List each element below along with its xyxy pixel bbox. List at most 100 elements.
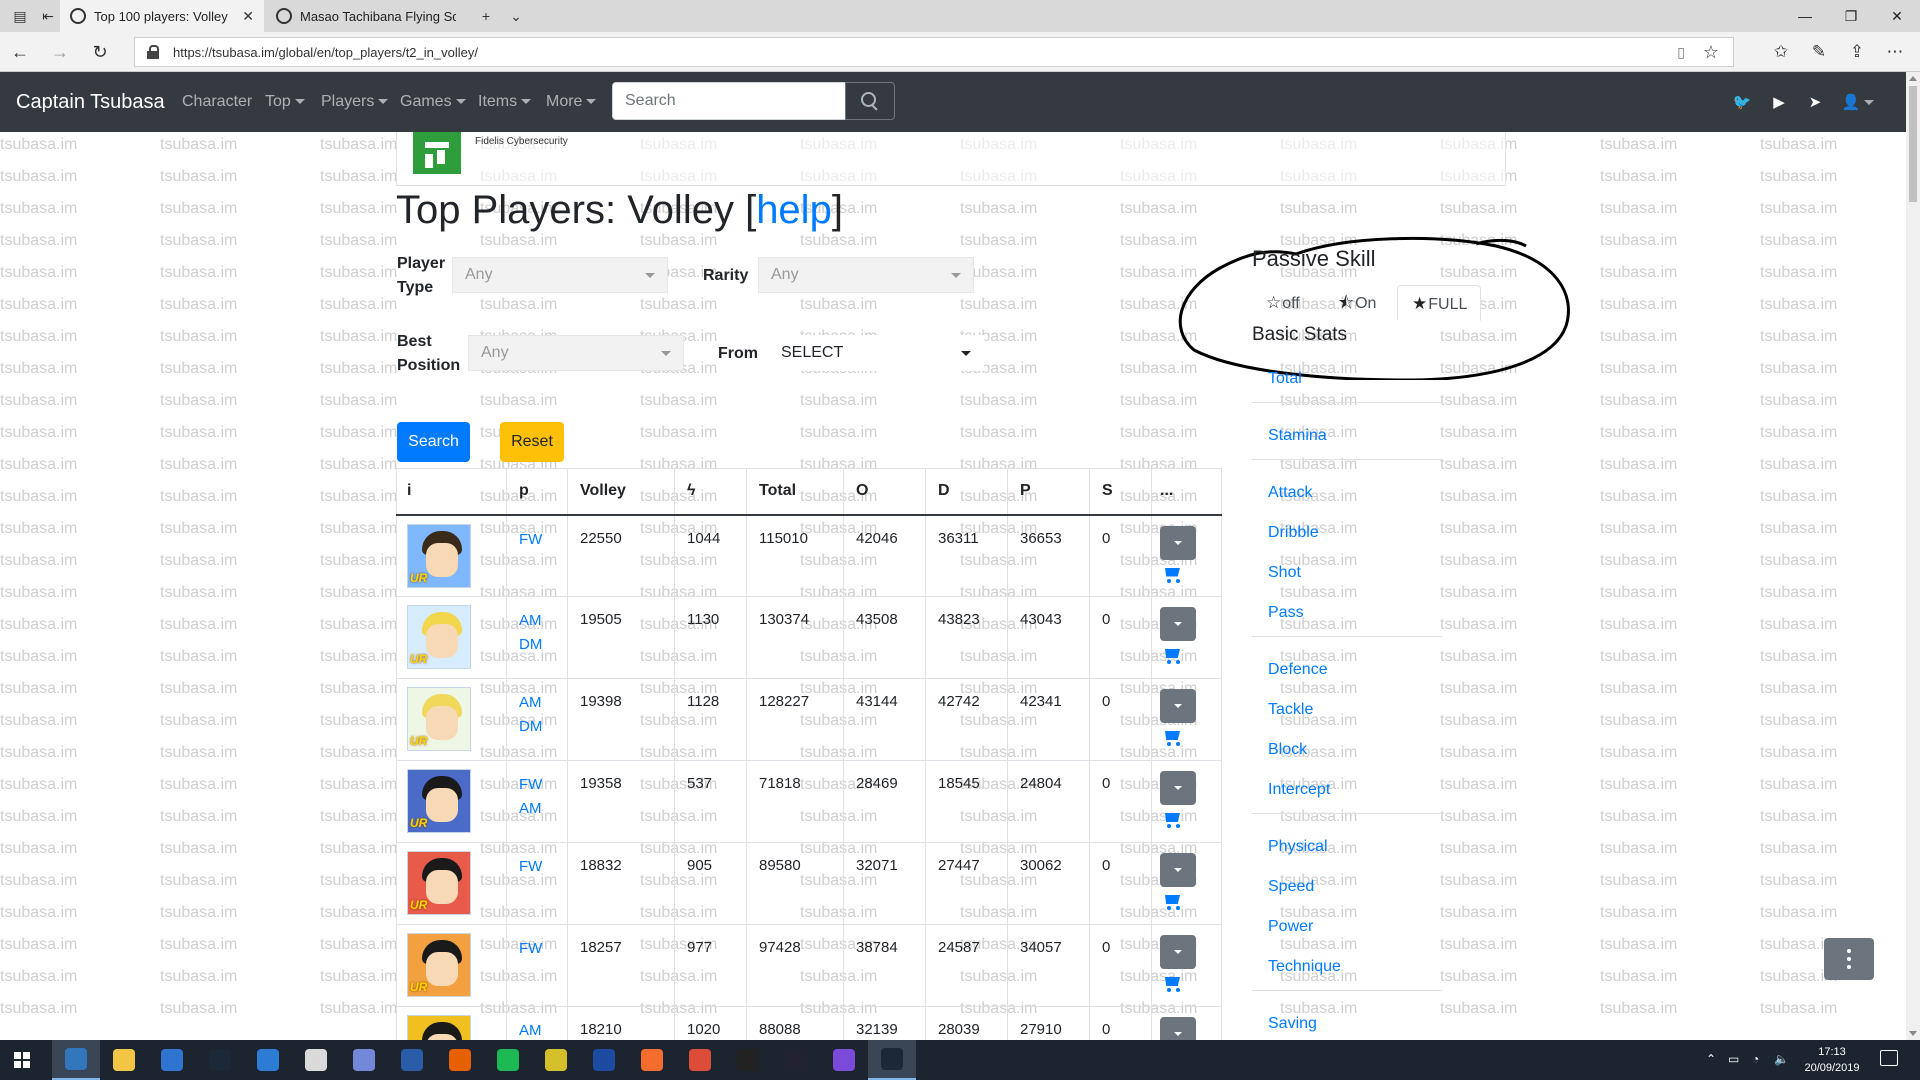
position-link[interactable]: AM	[519, 797, 555, 821]
table-row[interactable]: UR AM DM 19505 1130 130374 43508 43823 43043 0	[396, 596, 1222, 679]
pen-icon[interactable]: ✎	[1800, 32, 1838, 72]
row-dropdown-button[interactable]	[1160, 1017, 1196, 1040]
stat-link-total[interactable]: Total	[1268, 370, 1302, 388]
cart-icon[interactable]	[1162, 647, 1182, 665]
url-field[interactable]: https://tsubasa.im/global/en/top_players…	[134, 37, 1734, 67]
col-header-bolt[interactable]: ϟ	[674, 468, 747, 516]
mail-icon[interactable]	[292, 1040, 340, 1080]
back-icon[interactable]: ←	[0, 32, 40, 72]
player-portrait[interactable]: UR	[407, 1015, 471, 1040]
stat-link-speed[interactable]: Speed	[1268, 878, 1314, 896]
twitter-icon[interactable]: 🐦	[1732, 92, 1752, 112]
stat-link-technique[interactable]: Technique	[1268, 958, 1341, 976]
col-header-volley[interactable]: Volley	[567, 468, 675, 516]
player-portrait[interactable]: UR	[407, 851, 471, 915]
firefox-icon[interactable]	[436, 1040, 484, 1080]
origin-icon[interactable]	[628, 1040, 676, 1080]
row-dropdown-button[interactable]	[1160, 853, 1196, 887]
vertical-scrollbar[interactable]	[1906, 72, 1920, 1040]
corsair-icon[interactable]	[532, 1040, 580, 1080]
table-row[interactable]: UR AM DM 19398 1128 128227 43144 42742 42341 0	[396, 678, 1222, 761]
nav-more[interactable]: More	[546, 72, 597, 132]
cart-icon[interactable]	[1162, 893, 1182, 911]
share-icon[interactable]: ⇪	[1838, 32, 1876, 72]
player-portrait[interactable]: UR	[407, 605, 471, 669]
vivaldi-icon[interactable]	[820, 1040, 868, 1080]
steam-icon[interactable]	[868, 1040, 916, 1080]
floating-menu-button[interactable]	[1824, 938, 1874, 980]
best-position-select[interactable]: Any	[468, 335, 684, 371]
position-link[interactable]: FW	[519, 937, 555, 961]
row-dropdown-button[interactable]	[1160, 935, 1196, 969]
ad-banner[interactable]: Fidelis Cybersecurity	[396, 132, 1506, 186]
user-icon[interactable]: 👤	[1838, 92, 1878, 112]
col-header-s[interactable]: S	[1089, 468, 1152, 516]
edge-icon[interactable]	[52, 1040, 100, 1080]
stat-link-shot[interactable]: Shot	[1268, 564, 1301, 582]
stat-link-defence[interactable]: Defence	[1268, 661, 1328, 679]
reset-button[interactable]: Reset	[500, 422, 564, 462]
stat-link-power[interactable]: Power	[1268, 918, 1313, 936]
stat-link-attack[interactable]: Attack	[1268, 484, 1312, 502]
nav-games[interactable]: Games	[400, 72, 466, 132]
forward-icon[interactable]: →	[40, 32, 80, 72]
close-tab-icon[interactable]: ✕	[242, 8, 254, 25]
cart-icon[interactable]	[1162, 811, 1182, 829]
col-header-total[interactable]: Total	[746, 468, 844, 516]
windows-start-icon[interactable]	[14, 1052, 30, 1068]
scroll-down-icon[interactable]	[1909, 1031, 1917, 1036]
col-header-d[interactable]: D	[925, 468, 1008, 516]
favorite-star-icon[interactable]: ☆	[1703, 42, 1719, 63]
epic-icon[interactable]	[724, 1040, 772, 1080]
player-portrait[interactable]: UR	[407, 769, 471, 833]
chrome-icon[interactable]	[676, 1040, 724, 1080]
minimize-icon[interactable]: —	[1782, 0, 1828, 32]
player-portrait[interactable]: UR	[407, 687, 471, 751]
from-select[interactable]: SELECT	[768, 335, 984, 371]
store-icon[interactable]	[148, 1040, 196, 1080]
position-link[interactable]: DM	[519, 633, 555, 657]
search-button[interactable]	[845, 82, 895, 120]
stat-link-physical[interactable]: Physical	[1268, 838, 1328, 856]
steam-icon[interactable]	[196, 1040, 244, 1080]
row-dropdown-button[interactable]	[1160, 607, 1196, 641]
stat-link-saving[interactable]: Saving	[1268, 1015, 1317, 1033]
volume-icon[interactable]: 🔈	[1774, 1052, 1789, 1066]
uplay-icon[interactable]	[244, 1040, 292, 1080]
position-link[interactable]: AM	[519, 609, 555, 633]
nav-players[interactable]: Players	[321, 72, 389, 132]
position-link[interactable]: AM	[519, 1019, 555, 1040]
spotify-icon[interactable]	[484, 1040, 532, 1080]
battery-icon[interactable]: ▭	[1728, 1052, 1739, 1066]
table-row[interactable]: UR AM 182101020880883213928039279100	[396, 1006, 1222, 1040]
system-clock[interactable]: 17:13 20/09/2019	[1800, 1044, 1864, 1076]
stat-link-pass[interactable]: Pass	[1268, 604, 1304, 622]
position-link[interactable]: FW	[519, 773, 555, 797]
cart-icon[interactable]	[1162, 566, 1182, 584]
row-dropdown-button[interactable]	[1160, 525, 1196, 560]
wifi-icon[interactable]: ◔	[1752, 1052, 1759, 1066]
stat-link-dribble[interactable]: Dribble	[1268, 524, 1319, 542]
stat-link-tackle[interactable]: Tackle	[1268, 701, 1313, 719]
position-link[interactable]: DM	[519, 715, 555, 739]
cart-icon[interactable]	[1162, 975, 1182, 993]
tray-chevron-icon[interactable]: ⌃	[1706, 1052, 1716, 1066]
close-window-icon[interactable]: ✕	[1874, 0, 1920, 32]
refresh-icon[interactable]: ↻	[80, 32, 120, 72]
brand-link[interactable]: Captain Tsubasa	[16, 72, 165, 132]
position-link[interactable]: AM	[519, 691, 555, 715]
nav-top[interactable]: Top	[265, 72, 305, 132]
app-icon[interactable]	[772, 1040, 820, 1080]
position-link[interactable]: FW	[519, 855, 555, 879]
col-header-p[interactable]: P	[1007, 468, 1090, 516]
scrollbar-thumb[interactable]	[1909, 86, 1917, 202]
table-row[interactable]: UR FW 22550 1044 115010 42046 36311 36653 0	[396, 514, 1222, 597]
passive-toggle-full[interactable]: ★FULL	[1397, 285, 1481, 321]
position-link[interactable]: FW	[519, 528, 555, 552]
nav-items[interactable]: Items	[478, 72, 532, 132]
nav-character[interactable]: Character	[182, 72, 252, 132]
rsi-icon[interactable]	[580, 1040, 628, 1080]
stat-link-block[interactable]: Block	[1268, 741, 1307, 759]
table-row[interactable]: UR FW 18257 977 97428 38784 24587 34057 0	[396, 924, 1222, 1007]
row-dropdown-button[interactable]	[1160, 689, 1196, 723]
